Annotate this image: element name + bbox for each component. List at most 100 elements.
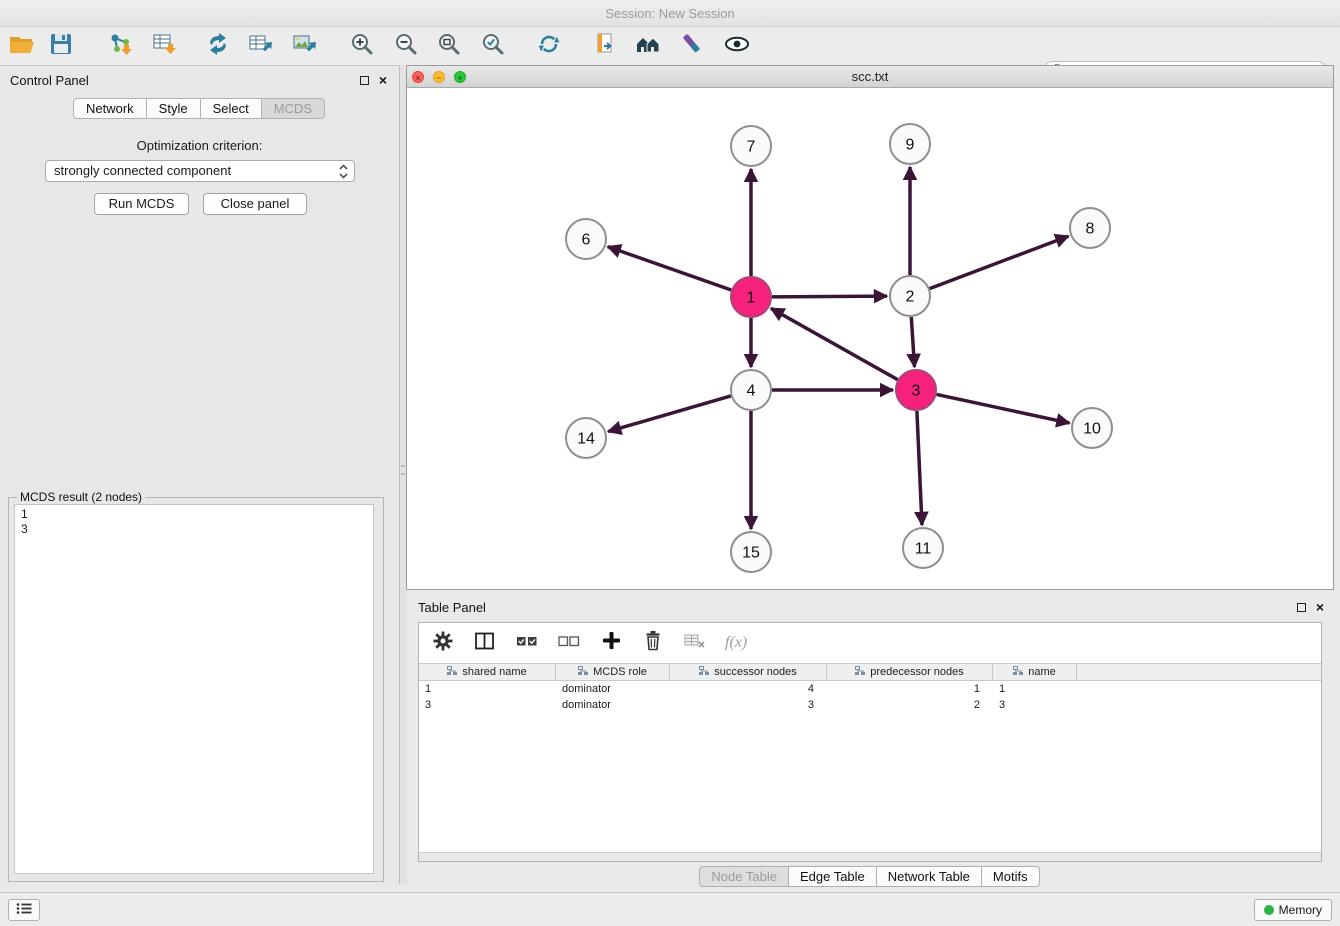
control-panel-title: Control Panel — [10, 73, 89, 88]
network-window-titlebar[interactable]: × − + scc.txt — [407, 66, 1333, 88]
graph-node-14[interactable]: 14 — [566, 418, 606, 458]
delete-column-button[interactable] — [641, 631, 665, 655]
run-mcds-button[interactable]: Run MCDS — [94, 193, 189, 215]
table-delete-icon — [684, 632, 706, 655]
table-horizontal-scrollbar[interactable] — [419, 852, 1321, 861]
svg-text:1: 1 — [747, 290, 756, 307]
apply-style-button[interactable] — [677, 32, 707, 62]
graph-edge-3-11[interactable] — [917, 411, 922, 525]
table-cell[interactable]: 1 — [419, 681, 556, 697]
home-view-button[interactable] — [633, 32, 663, 62]
close-panel-button[interactable]: Close panel — [203, 193, 307, 215]
graph-node-4[interactable]: 4 — [731, 370, 771, 410]
add-column-button[interactable] — [599, 631, 623, 655]
close-panel-icon[interactable]: × — [1316, 599, 1324, 615]
graph-edge-1-6[interactable] — [608, 247, 732, 290]
task-history-button[interactable] — [8, 899, 40, 921]
tab-node-table[interactable]: Node Table — [699, 866, 789, 887]
table-panel-title: Table Panel — [418, 600, 486, 615]
table-cell[interactable]: 3 — [993, 697, 1077, 713]
table-cell[interactable]: 4 — [670, 681, 827, 697]
graph-edge-2-3[interactable] — [911, 317, 914, 367]
graph-node-2[interactable]: 2 — [890, 276, 930, 316]
graph-node-1[interactable]: 1 — [731, 277, 771, 317]
table-cell[interactable]: 3 — [419, 697, 556, 713]
column-header-successor-nodes[interactable]: successor nodes — [670, 664, 827, 680]
tab-style[interactable]: Style — [146, 98, 201, 119]
tab-edge-table[interactable]: Edge Table — [788, 866, 877, 887]
svg-text:8: 8 — [1086, 221, 1095, 238]
memory-button[interactable]: Memory — [1254, 899, 1332, 921]
export-table-button[interactable] — [246, 32, 276, 62]
homes-icon — [635, 33, 661, 60]
table-cell[interactable]: 1 — [827, 681, 993, 697]
import-table-button[interactable] — [150, 32, 180, 62]
graph-node-6[interactable]: 6 — [566, 219, 606, 259]
column-header-shared-name[interactable]: shared name — [419, 664, 556, 680]
table-cell[interactable]: dominator — [556, 681, 670, 697]
float-panel-icon[interactable] — [1297, 603, 1306, 612]
tab-motifs[interactable]: Motifs — [981, 866, 1040, 887]
import-network-button[interactable] — [105, 32, 135, 62]
svg-text:3: 3 — [912, 383, 921, 400]
tab-network[interactable]: Network — [73, 98, 147, 119]
network-canvas[interactable]: 7 9 6 8 1 2 4 3 14 10 15 11 — [407, 88, 1333, 589]
graph-edge-2-8[interactable] — [930, 236, 1069, 289]
table-cell[interactable]: 3 — [670, 697, 827, 713]
deselect-all-rows-button[interactable] — [557, 631, 581, 655]
column-header-predecessor-nodes[interactable]: predecessor nodes — [827, 664, 993, 680]
show-column-button[interactable] — [473, 631, 497, 655]
table-row[interactable]: 1dominator411 — [419, 681, 1321, 697]
tab-network-table[interactable]: Network Table — [876, 866, 982, 887]
graph-edge-1-2[interactable] — [772, 296, 887, 297]
tab-select[interactable]: Select — [200, 98, 262, 119]
graph-node-7[interactable]: 7 — [731, 126, 771, 166]
zoom-selected-button[interactable] — [478, 32, 508, 62]
column-header-mcds-role[interactable]: MCDS role — [556, 664, 670, 680]
close-window-icon[interactable]: × — [412, 71, 424, 83]
zoom-out-button[interactable] — [391, 32, 421, 62]
export-network-button[interactable] — [203, 32, 233, 62]
toggle-visibility-button[interactable] — [722, 32, 752, 62]
graph-node-9[interactable]: 9 — [890, 124, 930, 164]
minimize-window-icon[interactable]: − — [433, 71, 445, 83]
refresh-layout-button[interactable] — [534, 32, 564, 62]
column-header-label: predecessor nodes — [870, 666, 964, 678]
graph-node-8[interactable]: 8 — [1070, 208, 1110, 248]
table-cell[interactable]: 1 — [993, 681, 1077, 697]
close-panel-icon[interactable]: × — [379, 72, 387, 88]
export-image-button[interactable] — [290, 32, 320, 62]
maximize-window-icon[interactable]: + — [454, 71, 466, 83]
graph-edge-3-1[interactable] — [771, 308, 898, 379]
graph-node-15[interactable]: 15 — [731, 532, 771, 572]
float-panel-icon[interactable] — [360, 76, 369, 85]
graph-node-10[interactable]: 10 — [1072, 408, 1112, 448]
refresh-icon — [537, 32, 561, 61]
graph-edge-4-14[interactable] — [608, 396, 731, 432]
table-settings-button[interactable] — [431, 631, 455, 655]
select-all-rows-button[interactable] — [515, 631, 539, 655]
table-cell[interactable]: 2 — [827, 697, 993, 713]
column-header-name[interactable]: name — [993, 664, 1077, 680]
open-session-button[interactable] — [7, 32, 37, 62]
graph-node-11[interactable]: 11 — [903, 528, 943, 568]
plus-icon — [602, 631, 621, 655]
column-type-icon — [447, 666, 458, 679]
list-icon — [16, 901, 32, 919]
graph-edge-3-10[interactable] — [937, 394, 1070, 423]
tab-mcds[interactable]: MCDS — [261, 98, 325, 119]
optimization-criterion-dropdown[interactable]: strongly connected component — [45, 160, 355, 182]
zoom-in-button[interactable] — [347, 32, 377, 62]
save-session-button[interactable] — [46, 32, 76, 62]
optimization-criterion-label: Optimization criterion: — [0, 138, 399, 153]
table-cell[interactable]: dominator — [556, 697, 670, 713]
svg-text:9: 9 — [906, 137, 915, 154]
mcds-result-text[interactable]: 1 3 — [14, 504, 374, 874]
clone-network-button[interactable] — [590, 32, 620, 62]
save-icon — [50, 33, 72, 60]
graph-node-3[interactable]: 3 — [896, 370, 936, 410]
svg-text:2: 2 — [906, 289, 915, 306]
table-row[interactable]: 3dominator323 — [419, 697, 1321, 713]
table-body: 1dominator4113dominator323 — [419, 681, 1321, 713]
zoom-fit-button[interactable] — [434, 32, 464, 62]
